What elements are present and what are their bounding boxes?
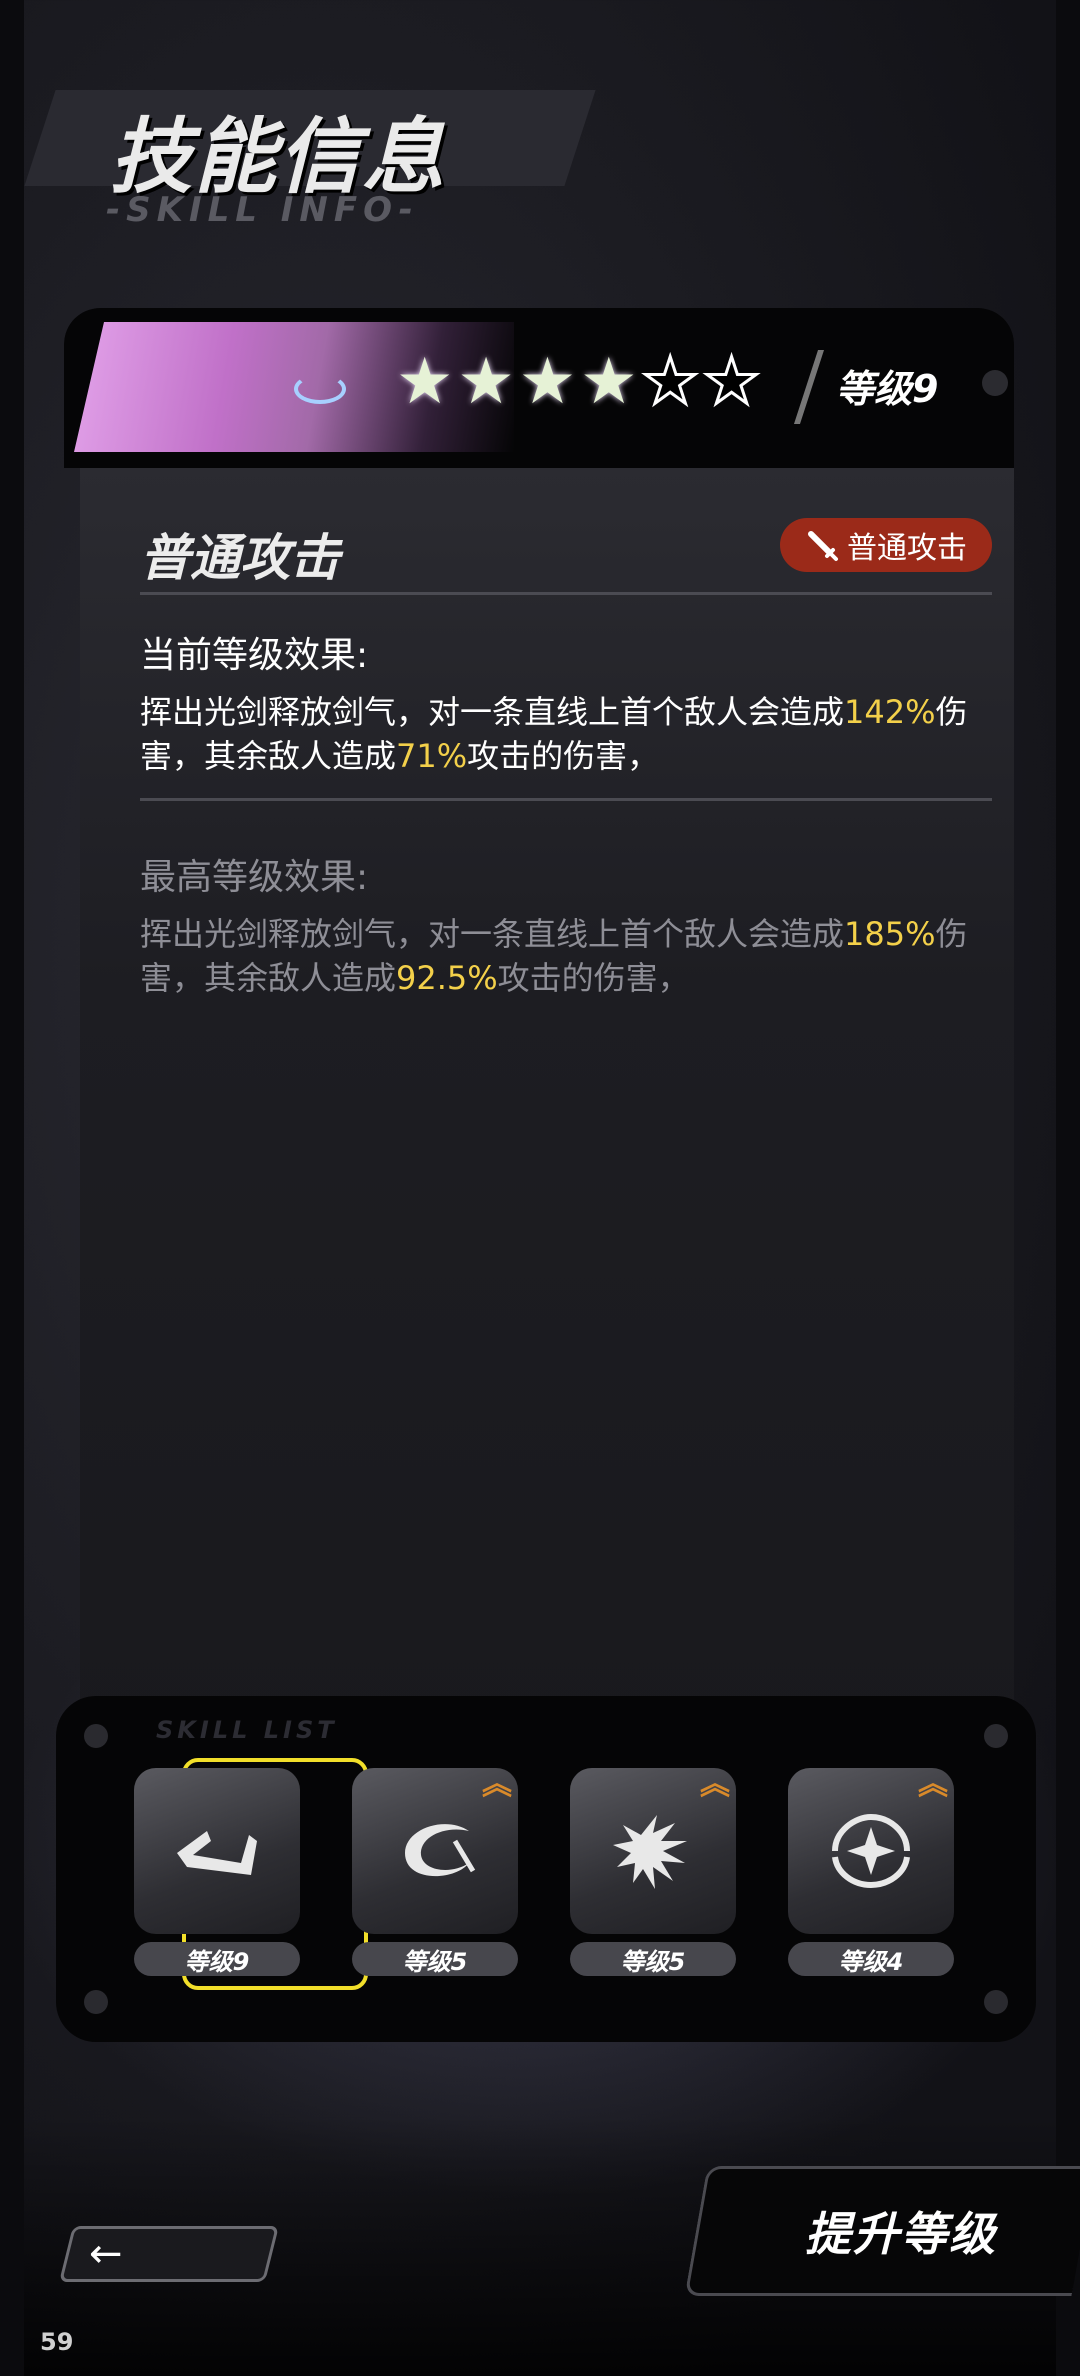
star-empty-icon: ★ [640,345,700,419]
level-divider [793,350,825,424]
star-empty-icon: ★ [701,345,761,419]
skill-slot-3[interactable]: ︽ 等级5 [570,1768,736,1976]
upgrade-arrow-icon: ︽ [918,1767,948,1802]
skill-slot-1[interactable]: 等级9 [134,1768,300,1976]
skill-list-panel: SKILL LIST 等级9 ︽ 等级5 ︽ 等级5 ︽ 等级4 [56,1696,1036,2042]
desc-text: 挥出光剑释放剑气，对一条直线上首个敌人会造成 [140,693,845,731]
desc-value: 71% [396,737,468,775]
right-edge [1056,0,1080,2376]
star-filled-icon: ★ [518,345,577,419]
divider [140,798,992,801]
left-edge [0,0,24,2376]
skill-level-label: 等级9 [836,367,939,411]
skill-icon-tile[interactable]: ︽ [352,1768,518,1934]
skill-slot-2[interactable]: ︽ 等级5 [352,1768,518,1976]
desc-text: 挥出光剑释放剑气，对一条直线上首个敌人会造成 [140,915,845,953]
divider [140,592,992,595]
upgrade-level-button[interactable]: 提升等级 [684,2166,1080,2296]
desc-text: 攻击的伤害， [497,959,690,997]
panel-rivet [984,1724,1008,1748]
skill-level: 等级5 [352,1942,518,1976]
current-effect-title: 当前等级效果: [140,635,369,676]
star-rating: ★ ★ ★ ★ ★ ★ [396,345,762,419]
portrait-eye [294,374,346,404]
skill-type-label: 普通攻击 [847,531,967,566]
page-number: 59 [40,2328,74,2356]
desc-text: 攻击的伤害， [467,737,660,775]
upgrade-label: 提升等级 [805,2207,997,2261]
crescent-slash-icon [405,1824,476,1877]
desc-value: 142% [844,693,936,731]
desc-value: 185% [844,915,936,953]
page-header: 技能信息 -SKILL INFO- [24,80,600,240]
panel-rivet [84,1724,108,1748]
skill-name: 普通攻击 [140,529,340,587]
max-effect-description: 挥出光剑释放剑气，对一条直线上首个敌人会造成185%伤害，其余敌人造成92.5%… [140,912,1000,1000]
star-filled-icon: ★ [396,345,454,419]
max-effect-title: 最高等级效果: [140,857,369,898]
skill-type-badge: 普通攻击 [780,518,992,572]
panel-rivet [84,1990,108,2014]
skill-level: 等级5 [570,1942,736,1976]
burst-wave-icon [613,1815,687,1889]
skill-icon-tile[interactable] [134,1768,300,1934]
desc-value: 92.5% [396,959,498,997]
panel-rivet [984,1990,1008,2014]
star-filled-icon: ★ [580,345,638,419]
skill-slot-4[interactable]: ︽ 等级4 [788,1768,954,1976]
skill-icon-tile[interactable]: ︽ [788,1768,954,1934]
card-header: ★ ★ ★ ★ ★ ★ 等级9 [64,308,1014,468]
sword-icon [808,531,838,561]
skill-info-card: ★ ★ ★ ★ ★ ★ 等级9 普通攻击 普通攻击 当前等级效果: 挥出光剑释放… [64,308,1014,1748]
star-ring-icon [832,1813,910,1889]
skill-level: 等级9 [134,1942,300,1976]
star-filled-icon: ★ [457,345,515,419]
back-arrow-icon: ← [89,2231,123,2277]
upgrade-arrow-icon: ︽ [700,1767,730,1802]
page-subtitle: -SKILL INFO- [106,190,419,230]
blade-slash-icon [177,1831,257,1875]
skill-list-label: SKILL LIST [156,1716,338,1744]
current-effect-description: 挥出光剑释放剑气，对一条直线上首个敌人会造成142%伤害，其余敌人造成71%攻击… [140,690,1000,778]
skill-icon-tile[interactable]: ︽ [570,1768,736,1934]
back-button[interactable]: ← [59,2226,279,2282]
header-rivet [982,370,1008,396]
upgrade-arrow-icon: ︽ [482,1767,512,1802]
card-body: 普通攻击 普通攻击 当前等级效果: 挥出光剑释放剑气，对一条直线上首个敌人会造成… [80,468,1014,1748]
skill-level: 等级4 [788,1942,954,1976]
